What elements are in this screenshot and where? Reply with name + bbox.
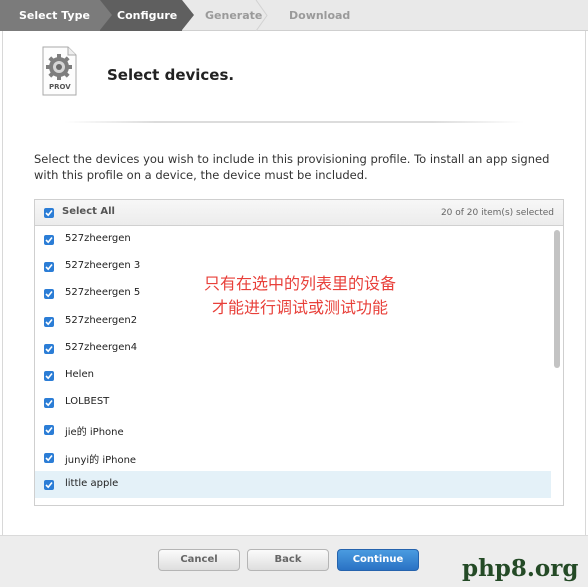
cancel-button[interactable]: Cancel bbox=[158, 549, 240, 571]
device-name: LOLBEST bbox=[65, 396, 110, 408]
watermark: php8.org bbox=[462, 555, 579, 582]
devices-table-header: Select All 20 of 20 item(s) selected bbox=[35, 200, 563, 226]
device-row[interactable]: 527zheergen4 bbox=[35, 335, 551, 362]
step-select-type[interactable]: Select Type bbox=[19, 0, 90, 31]
device-list: 527zheergen 527zheergen 3 527zheergen 5 … bbox=[35, 226, 551, 498]
device-checkbox[interactable] bbox=[44, 262, 54, 273]
devices-table: Select All 20 of 20 item(s) selected 527… bbox=[34, 199, 564, 506]
device-name: little apple bbox=[65, 477, 119, 489]
back-button[interactable]: Back bbox=[247, 549, 329, 571]
frame-right-border bbox=[585, 31, 586, 535]
device-row[interactable]: little apple bbox=[35, 470, 551, 498]
frame-left-border bbox=[2, 31, 3, 535]
device-name: jie的 iPhone bbox=[65, 427, 124, 439]
step-chevron bbox=[100, 0, 112, 30]
annotation-line-2: 才能进行调试或测试功能 bbox=[211, 298, 388, 317]
device-row[interactable]: junyi的 iPhone bbox=[35, 444, 551, 471]
continue-button[interactable]: Continue bbox=[337, 549, 419, 571]
select-all-checkbox[interactable] bbox=[44, 208, 54, 218]
step-chevron bbox=[182, 0, 194, 30]
instructions-text: Select the devices you wish to include i… bbox=[34, 152, 550, 182]
device-checkbox[interactable] bbox=[44, 370, 54, 381]
provisioning-profile-icon: PROV bbox=[40, 46, 78, 96]
device-row[interactable]: LOLBEST bbox=[35, 389, 551, 416]
device-name: 527zheergen2 bbox=[65, 314, 138, 326]
device-name: 527zheergen 5 bbox=[65, 287, 141, 299]
device-checkbox[interactable] bbox=[44, 289, 54, 300]
device-checkbox[interactable] bbox=[44, 479, 54, 490]
step-download: Download bbox=[289, 9, 351, 22]
step-generate: Generate bbox=[205, 9, 263, 22]
device-name: 527zheergen bbox=[65, 233, 131, 244]
scrollbar-thumb[interactable] bbox=[554, 230, 560, 368]
device-checkbox[interactable] bbox=[44, 425, 54, 436]
header-divider bbox=[64, 121, 524, 123]
device-row[interactable]: Helen bbox=[35, 362, 551, 389]
device-name: Helen bbox=[65, 368, 94, 380]
device-row[interactable]: 527zheergen bbox=[35, 226, 551, 253]
select-all-label[interactable]: Select All bbox=[62, 206, 115, 217]
device-checkbox[interactable] bbox=[44, 343, 54, 354]
device-row[interactable]: jie的 iPhone bbox=[35, 416, 551, 443]
annotation-note: 只有在选中的列表里的设备 才能进行调试或测试功能 bbox=[160, 272, 440, 320]
annotation-line-1: 只有在选中的列表里的设备 bbox=[203, 274, 396, 293]
device-name: junyi的 iPhone bbox=[65, 454, 137, 466]
selection-count: 20 of 20 item(s) selected bbox=[440, 208, 554, 218]
device-checkbox[interactable] bbox=[44, 398, 54, 409]
device-checkbox[interactable] bbox=[44, 452, 54, 463]
device-checkbox[interactable] bbox=[44, 235, 54, 245]
step-configure: Configure bbox=[117, 9, 178, 22]
provisioning-icon-label: PROV bbox=[49, 83, 71, 91]
page-title: Select devices. bbox=[107, 66, 235, 84]
device-checkbox[interactable] bbox=[44, 316, 54, 327]
step-progress-bar: Select Type Configure Generate Download bbox=[0, 0, 588, 31]
device-name: 527zheergen 3 bbox=[65, 260, 141, 272]
device-name: 527zheergen4 bbox=[65, 341, 138, 353]
